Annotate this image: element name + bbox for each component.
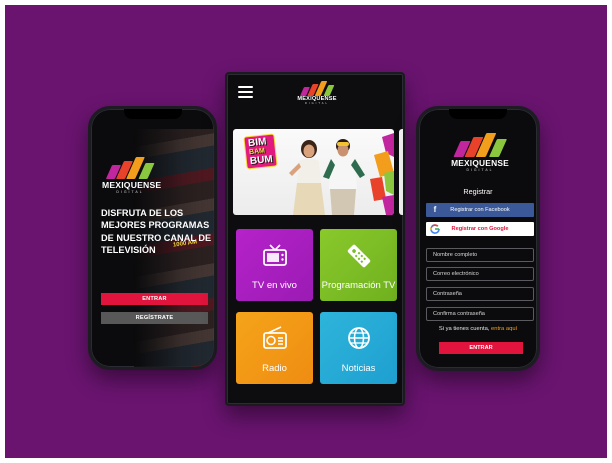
password-field[interactable]: Contraseña (426, 287, 534, 301)
register-title: Registrar (463, 187, 493, 196)
menu-icon[interactable] (238, 86, 253, 98)
submit-register-button[interactable]: ENTRAR (439, 342, 523, 354)
logo-mark-icon (450, 133, 510, 157)
google-register-button[interactable]: Registrar con Google (426, 222, 534, 236)
email-field[interactable]: Correo electrónico (426, 267, 534, 281)
mexiquense-logo: MEXIQUENSE DIGITAL (450, 133, 510, 172)
tile-radio[interactable]: Radio (236, 312, 313, 384)
carousel-slide[interactable]: BIM BAM BUM (233, 129, 394, 215)
have-account-label: Si ya tienes cuenta, (438, 326, 490, 332)
brand-shapes-decoration (370, 133, 394, 215)
featured-carousel[interactable]: BIM BAM BUM (233, 129, 403, 215)
welcome-headline: DISFRUTA DE LOS MEJORES PROGRAMAS DE NUE… (101, 208, 212, 256)
tile-label: Noticias (341, 363, 376, 374)
globe-icon (347, 327, 370, 349)
confirm-password-field[interactable]: Confirma contraseña (426, 307, 534, 321)
app-header: MEXIQUENSE DIGITAL (227, 74, 403, 114)
tile-tv-live[interactable]: TV en vivo (236, 229, 313, 301)
phone-register-screen: MEXIQUENSE DIGITAL Registrar f Registrar… (416, 106, 540, 371)
logo-subtitle: DIGITAL (305, 102, 329, 105)
login-link[interactable]: entra aquí (491, 326, 517, 332)
enter-button[interactable]: ENTRAR (101, 293, 208, 305)
carousel-next-slide[interactable] (399, 129, 403, 215)
have-account-text: Si ya tienes cuenta, entra aquí (419, 326, 537, 332)
register-button[interactable]: REGÍSTRATE (101, 312, 208, 324)
radio-icon (262, 326, 287, 349)
tile-news[interactable]: Noticias (320, 312, 397, 384)
logo-mark-icon (297, 81, 337, 96)
tile-tv-schedule[interactable]: Programación TV (320, 229, 397, 301)
remote-icon (347, 244, 370, 268)
phone-notch (449, 109, 507, 119)
tv-icon (262, 244, 287, 266)
google-button-label: Registrar con Google (451, 226, 509, 232)
logo-wordmark: MEXIQUENSE (102, 180, 162, 190)
logo-mark-icon (102, 157, 158, 179)
tile-label: TV en vivo (252, 280, 297, 291)
logo-subtitle: DIGITAL (466, 168, 494, 172)
tile-label: Programación TV (321, 280, 396, 291)
phone-home-screen: MEXIQUENSE DIGITAL BIM BAM BUM TV en viv… (225, 72, 405, 406)
facebook-button-label: Registrar con Facebook (450, 207, 510, 213)
facebook-register-button[interactable]: f Registrar con Facebook (426, 203, 534, 217)
full-name-field[interactable]: Nombre completo (426, 248, 534, 262)
phone-welcome-screen: 1000 AM MEXIQUENSE DIGITAL DISFRUTA DE L… (88, 106, 217, 370)
mexiquense-logo: MEXIQUENSE DIGITAL (102, 157, 162, 194)
phone-notch (123, 109, 182, 119)
logo-wordmark: MEXIQUENSE (451, 158, 509, 168)
mexiquense-logo: MEXIQUENSE DIGITAL (297, 81, 337, 105)
presentation-background: 1000 AM MEXIQUENSE DIGITAL DISFRUTA DE L… (5, 5, 607, 458)
tile-label: Radio (262, 363, 287, 374)
logo-subtitle: DIGITAL (116, 190, 144, 194)
